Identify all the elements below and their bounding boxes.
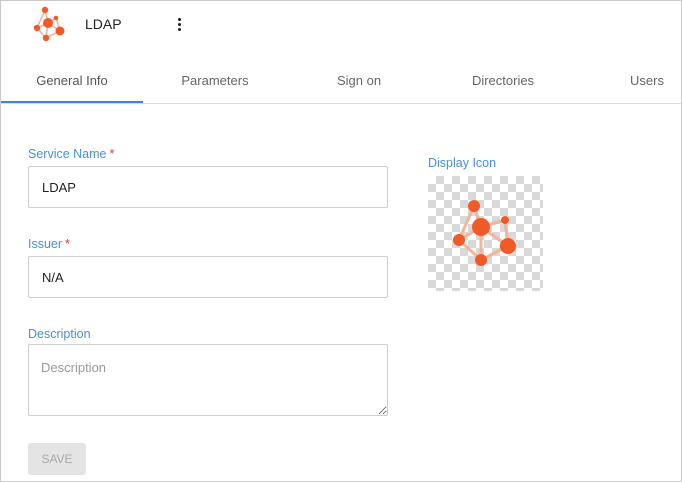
tab-users[interactable]: Users <box>613 63 681 103</box>
service-name-label-text: Service Name <box>28 147 107 161</box>
required-mark: * <box>109 147 115 161</box>
kebab-menu-icon[interactable] <box>171 15 187 35</box>
display-icon-preview[interactable] <box>428 176 543 291</box>
tab-parameters[interactable]: Parameters <box>161 63 269 103</box>
network-nodes-icon <box>33 6 65 42</box>
issuer-label: Issuer * <box>28 237 70 251</box>
display-icon-label: Display Icon <box>428 156 497 170</box>
app-window: LDAP General Info Parameters Sign on Dir… <box>0 0 682 482</box>
required-mark: * <box>65 237 70 251</box>
description-label: Description <box>28 327 91 341</box>
tab-sign-on[interactable]: Sign on <box>311 63 407 103</box>
description-textarea[interactable] <box>28 344 388 416</box>
issuer-label-text: Issuer <box>28 237 63 251</box>
service-name-input[interactable] <box>28 166 388 208</box>
app-title: LDAP <box>85 16 122 32</box>
issuer-input[interactable] <box>28 256 388 298</box>
tab-bar: General Info Parameters Sign on Director… <box>1 63 681 104</box>
network-nodes-icon <box>453 200 516 266</box>
save-button[interactable]: SAVE <box>28 443 86 475</box>
header: LDAP <box>1 1 681 51</box>
tab-directories[interactable]: Directories <box>453 63 553 103</box>
tab-general-info[interactable]: General Info <box>1 63 143 103</box>
service-name-label: Service Name * <box>28 147 114 161</box>
